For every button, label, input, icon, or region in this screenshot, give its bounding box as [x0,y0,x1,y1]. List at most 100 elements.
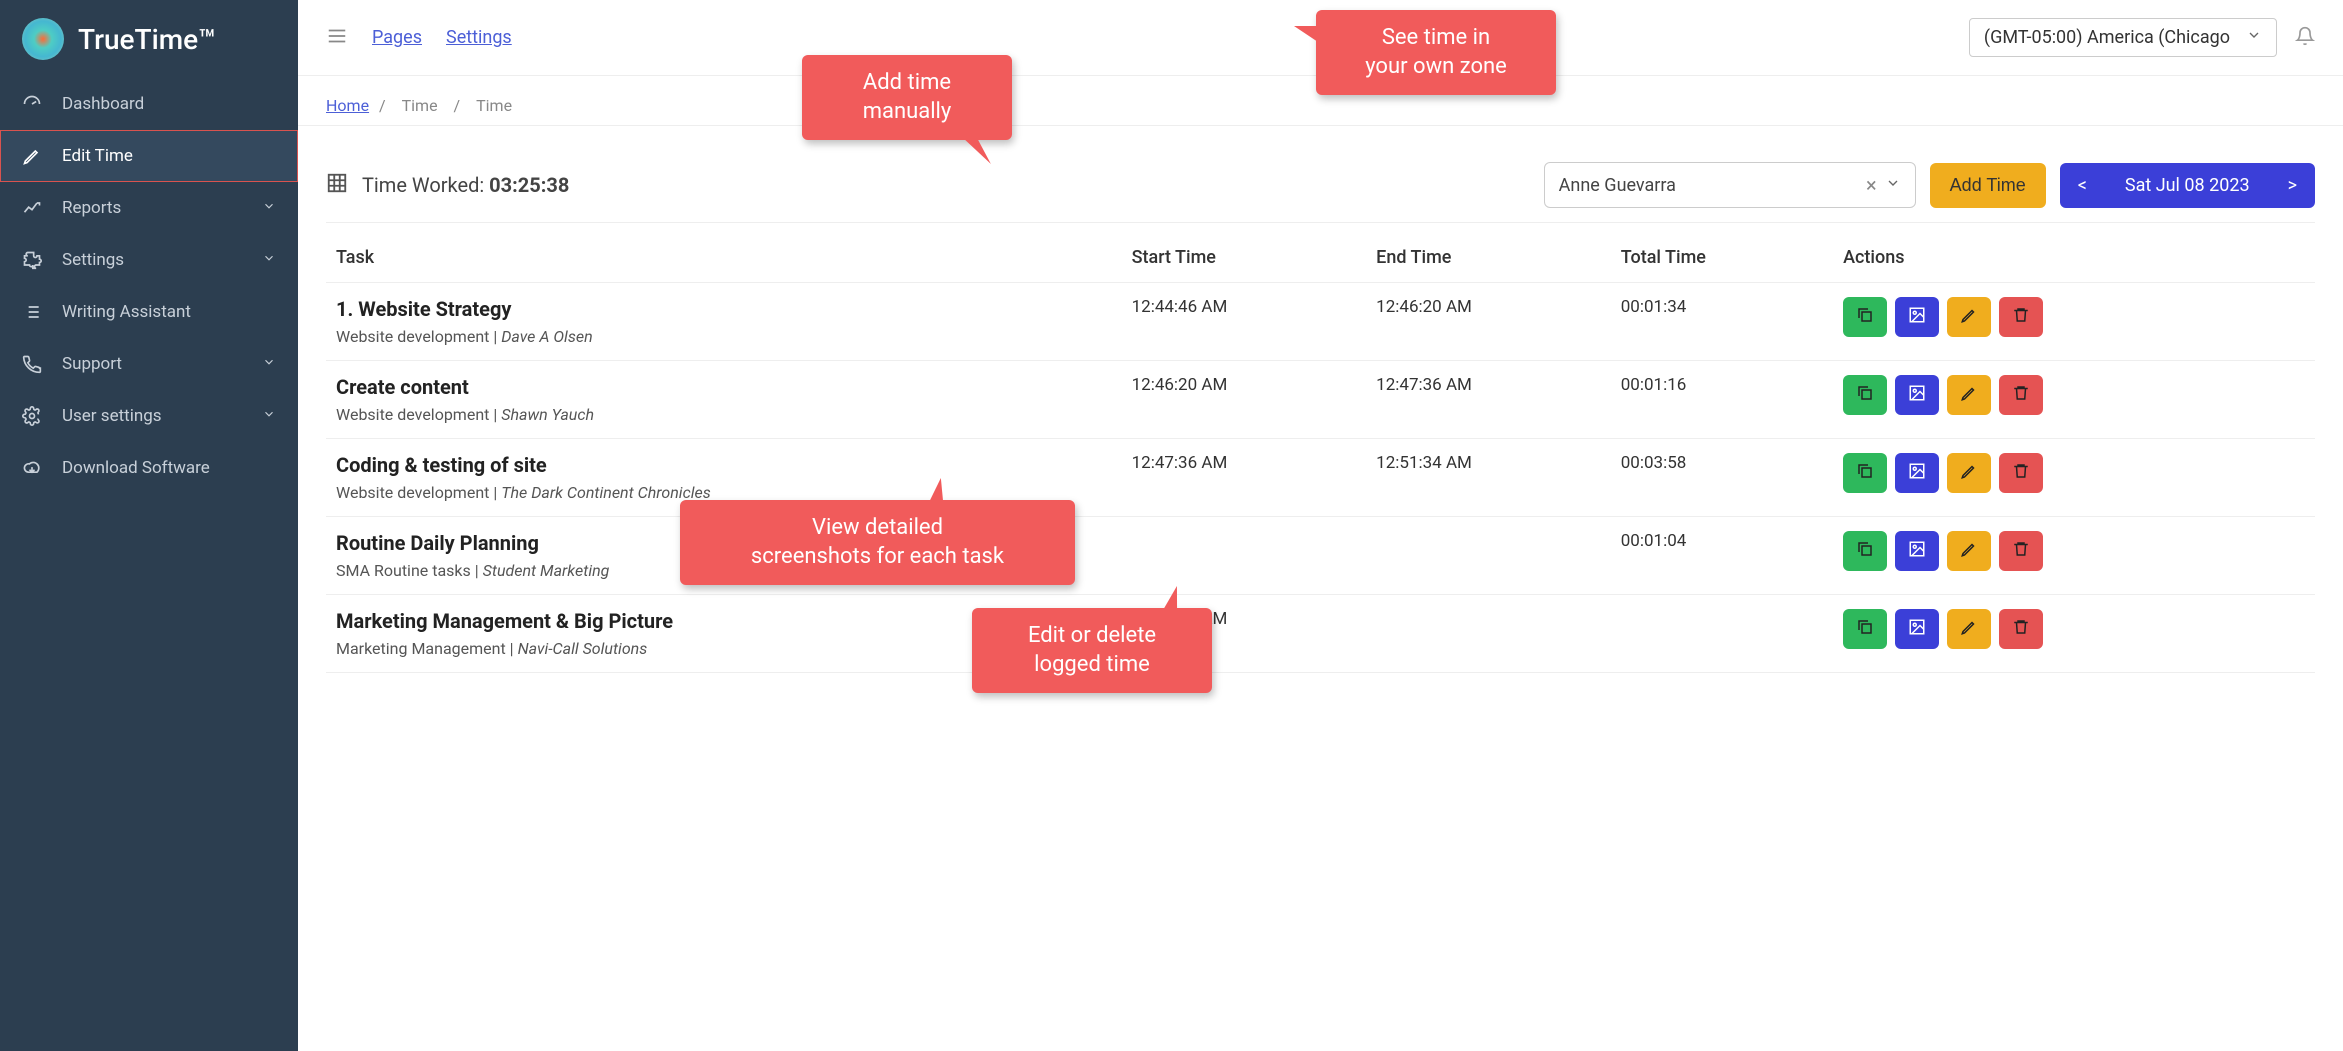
start-time [1122,517,1367,595]
edit-button[interactable] [1947,453,1991,493]
phone-icon [22,354,42,374]
nav-link-settings[interactable]: Settings [446,27,512,48]
delete-button[interactable] [1999,297,2043,337]
chevron-down-icon [1885,175,1901,196]
sidebar-item-writing-assistant[interactable]: Writing Assistant [0,286,298,338]
sidebar-item-label: Download Software [62,458,210,478]
sidebar-item-label: Dashboard [62,94,144,114]
delete-button[interactable] [1999,453,2043,493]
grid-icon [326,172,348,198]
trash-icon [2012,618,2030,641]
chevron-down-icon [262,354,276,374]
cloud-download-icon [22,458,42,478]
table-row: Routine Daily PlanningSMA Routine tasks … [326,517,2315,595]
sidebar-item-dashboard[interactable]: Dashboard [0,78,298,130]
delete-button[interactable] [1999,375,2043,415]
panel-header: Time Worked: 03:25:38 Anne Guevarra × Ad… [326,148,2315,223]
trash-icon [2012,462,2030,485]
image-icon [1908,462,1926,485]
copy-button[interactable] [1843,375,1887,415]
task-subtitle: Website development | Dave A Olsen [336,327,1112,346]
table-row: Create contentWebsite development | Shaw… [326,361,2315,439]
user-select[interactable]: Anne Guevarra × [1544,162,1916,208]
sidebar-item-label: Support [62,354,122,374]
edit-button[interactable] [1947,609,1991,649]
puzzle-icon [22,250,42,270]
table-row: 1. Website StrategyWebsite development |… [326,283,2315,361]
chevron-down-icon [262,250,276,270]
end-time: 12:51:34 AM [1366,439,1611,517]
sidebar-item-user-settings[interactable]: User settings [0,390,298,442]
add-time-button[interactable]: Add Time [1930,163,2046,208]
pencil-icon [1960,306,1978,329]
hamburger-icon[interactable] [326,25,348,51]
screenshot-button[interactable] [1895,453,1939,493]
th-total: Total Time [1611,233,1833,283]
screenshot-button[interactable] [1895,375,1939,415]
delete-button[interactable] [1999,609,2043,649]
pencil-icon [1960,462,1978,485]
total-time: 00:01:16 [1611,361,1833,439]
th-task: Task [326,233,1122,283]
date-prev-button[interactable]: < [2060,163,2105,208]
date-next-button[interactable]: > [2270,163,2315,208]
table-row: Coding & testing of siteWebsite developm… [326,439,2315,517]
delete-button[interactable] [1999,531,2043,571]
task-title: Coding & testing of site [336,453,1112,477]
brand-logo-icon [22,18,64,60]
sidebar-item-settings[interactable]: Settings [0,234,298,286]
breadcrumb-time2: Time [476,96,512,115]
sidebar-item-label: Edit Time [62,146,133,166]
sidebar-item-download[interactable]: Download Software [0,442,298,494]
sidebar-item-support[interactable]: Support [0,338,298,390]
copy-button[interactable] [1843,297,1887,337]
sidebar-item-label: Writing Assistant [62,302,191,322]
total-time: 00:01:04 [1611,517,1833,595]
trash-icon [2012,540,2030,563]
bell-icon[interactable] [2295,26,2315,50]
th-actions: Actions [1833,233,2315,283]
brand-area: TrueTime™ [0,0,298,78]
screenshot-button[interactable] [1895,531,1939,571]
start-time: 12:47:36 AM [1122,439,1367,517]
brand-name: TrueTime™ [78,23,216,56]
pencil-icon [1960,618,1978,641]
nav-link-pages[interactable]: Pages [372,27,422,48]
image-icon [1908,618,1926,641]
start-time: 12:44:46 AM [1122,283,1367,361]
main: Pages Settings (GMT-05:00) America (Chic… [298,0,2343,695]
callout-add-time: Add time manually [802,55,1012,140]
copy-button[interactable] [1843,453,1887,493]
end-time [1366,517,1611,595]
callout-screenshots: View detailed screenshots for each task [680,500,1075,585]
list-icon [22,302,42,322]
edit-button[interactable] [1947,531,1991,571]
content: Time Worked: 03:25:38 Anne Guevarra × Ad… [298,126,2343,695]
date-display[interactable]: Sat Jul 08 2023 [2105,163,2270,208]
time-worked-value: 03:25:38 [489,173,569,197]
gear-icon [22,406,42,426]
image-icon [1908,384,1926,407]
copy-icon [1856,306,1874,329]
screenshot-button[interactable] [1895,609,1939,649]
screenshot-button[interactable] [1895,297,1939,337]
total-time: 00:03:58 [1611,439,1833,517]
chevron-down-icon [262,406,276,426]
user-select-value: Anne Guevarra [1559,175,1866,196]
copy-button[interactable] [1843,609,1887,649]
callout-edit-delete: Edit or delete logged time [972,608,1212,693]
end-time: 12:47:36 AM [1366,361,1611,439]
copy-button[interactable] [1843,531,1887,571]
copy-icon [1856,540,1874,563]
breadcrumb-home[interactable]: Home [326,96,369,115]
timezone-select[interactable]: (GMT-05:00) America (Chicago [1969,18,2277,57]
sidebar-item-edit-time[interactable]: Edit Time [0,130,298,182]
total-time: 00:01:34 [1611,283,1833,361]
task-title: Create content [336,375,1112,399]
breadcrumb-time1: Time [402,96,438,115]
copy-icon [1856,618,1874,641]
edit-button[interactable] [1947,297,1991,337]
sidebar-item-reports[interactable]: Reports [0,182,298,234]
edit-button[interactable] [1947,375,1991,415]
clear-icon[interactable]: × [1866,173,1877,197]
